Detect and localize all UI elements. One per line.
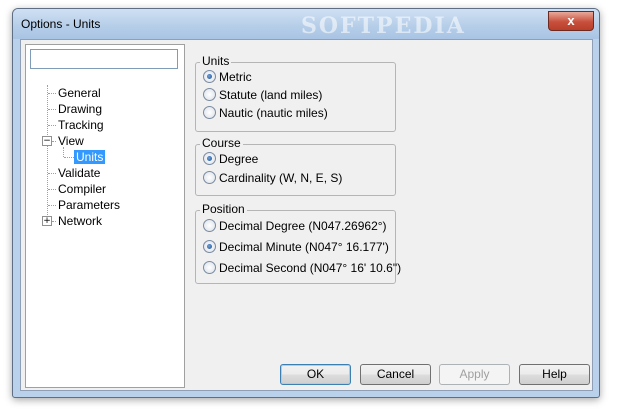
tree-item-label: View: [58, 134, 84, 148]
radio-checked-icon: [203, 152, 216, 165]
tree-item-label: Parameters: [58, 198, 121, 212]
cancel-button[interactable]: Cancel: [360, 364, 431, 385]
options-tree: General Drawing Tracking − View Units Va…: [25, 44, 185, 388]
tree-item-view[interactable]: View: [56, 133, 86, 149]
radio-label: Nautic (nautic miles): [219, 106, 328, 120]
radio-label: Degree: [219, 152, 259, 166]
watermark: SOFTPEDIA: [301, 13, 466, 39]
tree-connector: [64, 157, 74, 158]
radio-unchecked-icon: [203, 171, 216, 184]
ok-button[interactable]: OK: [280, 364, 351, 385]
help-button[interactable]: Help: [519, 364, 590, 385]
tree-connector: [48, 125, 56, 126]
tree-item-label: Network: [58, 214, 103, 228]
tree-item-parameters[interactable]: Parameters: [56, 197, 122, 213]
radio-label: Decimal Second (N047° 16' 10.6"): [219, 261, 402, 275]
tree-item-tracking[interactable]: Tracking: [56, 117, 106, 133]
radio-unchecked-icon: [203, 88, 216, 101]
radio-label: Cardinality (W, N, E, S): [219, 171, 343, 185]
radio-label: Decimal Degree (N047.26962°): [219, 219, 387, 233]
tree-connector: [47, 85, 48, 219]
tree-item-label: General: [58, 86, 101, 100]
collapse-icon[interactable]: −: [42, 136, 52, 146]
units-group-title: Units: [200, 54, 232, 68]
radio-unchecked-icon: [203, 106, 216, 119]
position-group-title: Position: [200, 202, 247, 216]
expand-icon[interactable]: +: [42, 216, 52, 226]
options-dialog: Options - Units SOFTPEDIA x General Draw…: [12, 8, 600, 398]
close-button[interactable]: x: [548, 11, 594, 31]
tree-item-units[interactable]: Units: [74, 149, 106, 165]
radio-checked-icon: [203, 240, 216, 253]
radio-unchecked-icon: [203, 219, 216, 232]
tree-item-label: Drawing: [58, 102, 103, 116]
tree-connector: [48, 93, 56, 94]
tree-item-drawing[interactable]: Drawing: [56, 101, 104, 117]
tree-connector: [48, 109, 56, 110]
tree-item-validate[interactable]: Validate: [56, 165, 102, 181]
tree-item-label: Compiler: [58, 182, 107, 196]
tree-connector: [48, 189, 56, 190]
radio-checked-icon: [203, 70, 216, 83]
course-group-title: Course: [200, 136, 243, 150]
title-bar[interactable]: Options - Units SOFTPEDIA x: [13, 9, 599, 39]
tree-connector: [48, 205, 56, 206]
tree-item-compiler[interactable]: Compiler: [56, 181, 108, 197]
apply-button[interactable]: Apply: [439, 364, 510, 385]
window-title: Options - Units: [21, 17, 101, 31]
radio-label: Metric: [219, 70, 252, 84]
radio-label: Statute (land miles): [219, 88, 323, 102]
tree-search-input[interactable]: [30, 49, 178, 69]
radio-label: Decimal Minute (N047° 16.177'): [219, 240, 389, 254]
tree-item-label: Units: [74, 150, 106, 164]
close-icon: x: [567, 13, 575, 28]
radio-unchecked-icon: [203, 261, 216, 274]
tree-item-network[interactable]: Network: [56, 213, 104, 229]
tree-item-label: Tracking: [58, 118, 104, 132]
tree-connector: [48, 173, 56, 174]
tree-item-label: Validate: [58, 166, 101, 180]
dialog-body: General Drawing Tracking − View Units Va…: [20, 39, 593, 391]
tree-item-general[interactable]: General: [56, 85, 103, 101]
